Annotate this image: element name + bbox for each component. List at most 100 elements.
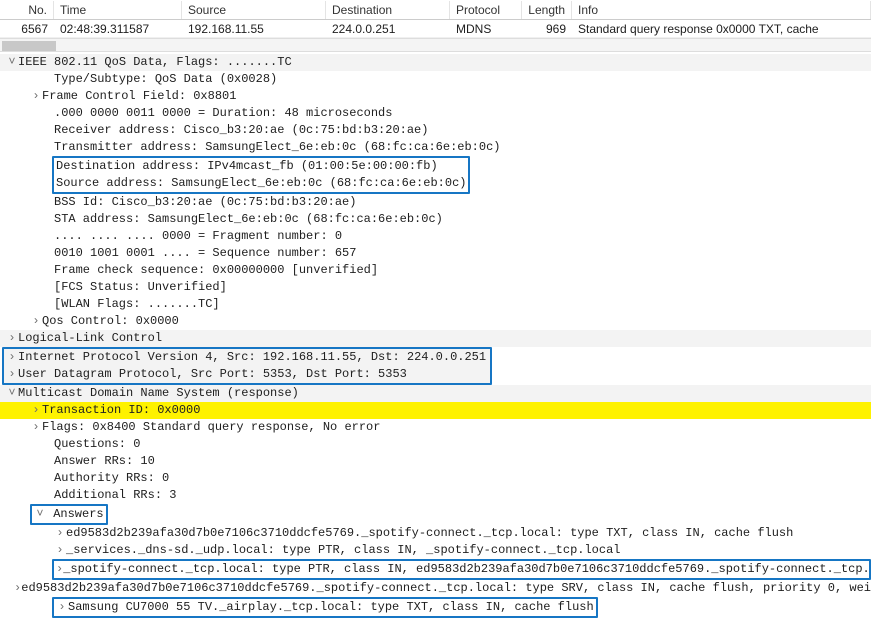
mdns-answers-row[interactable]: ˅ Answers <box>0 504 871 525</box>
ieee-type-subtype[interactable]: Type/Subtype: QoS Data (0x0028) <box>0 71 871 88</box>
field-label: _spotify-connect._tcp.local: type PTR, c… <box>63 561 871 578</box>
field-label: [FCS Status: Unverified] <box>54 279 227 296</box>
packet-row[interactable]: 6567 02:48:39.311587 192.168.11.55 224.0… <box>0 20 871 38</box>
ieee-wlan-flags[interactable]: [WLAN Flags: .......TC] <box>0 296 871 313</box>
packet-details: ˅ IEEE 802.11 QoS Data, Flags: .......TC… <box>0 52 871 624</box>
ieee-fcf[interactable]: › Frame Control Field: 0x8801 <box>0 88 871 105</box>
mdns-answer-rrs[interactable]: Answer RRs: 10 <box>0 453 871 470</box>
field-label: Questions: 0 <box>54 436 140 453</box>
field-label: Transaction ID: 0x0000 <box>42 402 200 419</box>
highlight-box-answers-label: ˅ Answers <box>30 504 108 525</box>
field-label: Additional RRs: 3 <box>54 487 176 504</box>
field-label: Multicast Domain Name System (response) <box>18 385 299 402</box>
chevron-down-icon[interactable]: ˅ <box>6 385 18 402</box>
field-label: _services._dns-sd._udp.local: type PTR, … <box>66 542 621 559</box>
chevron-down-icon[interactable]: ˅ <box>6 54 18 71</box>
ieee-header: IEEE 802.11 QoS Data, Flags: .......TC <box>18 54 292 71</box>
cell-protocol: MDNS <box>450 21 522 37</box>
col-length[interactable]: Length <box>522 1 572 19</box>
packet-list-hscroll[interactable] <box>0 38 871 52</box>
field-label: Source address: SamsungElect_6e:eb:0c (6… <box>56 175 466 192</box>
field-label: .... .... .... 0000 = Fragment number: 0 <box>54 228 342 245</box>
field-label: User Datagram Protocol, Src Port: 5353, … <box>18 366 407 383</box>
field-label: Receiver address: Cisco_b3:20:ae (0c:75:… <box>54 122 428 139</box>
field-label: [WLAN Flags: .......TC] <box>54 296 220 313</box>
hscroll-thumb[interactable] <box>2 41 56 51</box>
ieee-fcs[interactable]: Frame check sequence: 0x00000000 [unveri… <box>0 262 871 279</box>
llc-header[interactable]: › Logical-Link Control <box>0 330 871 347</box>
field-label: BSS Id: Cisco_b3:20:ae (0c:75:bd:b3:20:a… <box>54 194 356 211</box>
ieee-fragment[interactable]: .... .... .... 0000 = Fragment number: 0 <box>0 228 871 245</box>
ieee-destination[interactable]: Destination address: IPv4mcast_fb (01:00… <box>54 158 468 175</box>
ieee-bssid[interactable]: BSS Id: Cisco_b3:20:ae (0c:75:bd:b3:20:a… <box>0 194 871 211</box>
packet-list-header: No. Time Source Destination Protocol Len… <box>0 0 871 20</box>
chevron-right-icon[interactable]: › <box>56 599 68 616</box>
field-label: Flags: 0x8400 Standard query response, N… <box>42 419 380 436</box>
chevron-right-icon[interactable]: › <box>6 366 18 383</box>
field-label: Frame Control Field: 0x8801 <box>42 88 236 105</box>
cell-no: 6567 <box>0 21 54 37</box>
ieee-qos[interactable]: › Qos Control: 0x0000 <box>0 313 871 330</box>
chevron-right-icon[interactable]: › <box>30 313 42 330</box>
chevron-right-icon[interactable]: › <box>30 419 42 436</box>
ieee-duration[interactable]: .000 0000 0011 0000 = Duration: 48 micro… <box>0 105 871 122</box>
field-label: Transmitter address: SamsungElect_6e:eb:… <box>54 139 500 156</box>
ieee-header-row[interactable]: ˅ IEEE 802.11 QoS Data, Flags: .......TC <box>0 54 871 71</box>
chevron-right-icon[interactable]: › <box>30 402 42 419</box>
chevron-right-icon[interactable]: › <box>6 349 18 366</box>
field-label: Destination address: IPv4mcast_fb (01:00… <box>56 158 438 175</box>
field-label: Logical-Link Control <box>18 330 162 347</box>
field-label: ed9583d2b239afa30d7b0e7106c3710ddcfe5769… <box>66 525 793 542</box>
cell-source: 192.168.11.55 <box>182 21 326 37</box>
field-label: ed9583d2b239afa30d7b0e7106c3710ddcfe5769… <box>21 580 871 597</box>
chevron-right-icon[interactable]: › <box>54 542 66 559</box>
ieee-transmitter[interactable]: Transmitter address: SamsungElect_6e:eb:… <box>0 139 871 156</box>
chevron-down-icon[interactable]: ˅ <box>34 506 46 523</box>
field-label: STA address: SamsungElect_6e:eb:0c (68:f… <box>54 211 443 228</box>
field-label: Qos Control: 0x0000 <box>42 313 179 330</box>
col-protocol[interactable]: Protocol <box>450 1 522 19</box>
field-label: Authority RRs: 0 <box>54 470 169 487</box>
ieee-receiver[interactable]: Receiver address: Cisco_b3:20:ae (0c:75:… <box>0 122 871 139</box>
mdns-header-row[interactable]: ˅ Multicast Domain Name System (response… <box>0 385 871 402</box>
mdns-answer-4[interactable]: › Samsung CU7000 55 TV._airplay._tcp.loc… <box>54 599 596 616</box>
col-source[interactable]: Source <box>182 1 326 19</box>
field-label: .000 0000 0011 0000 = Duration: 48 micro… <box>54 105 392 122</box>
col-destination[interactable]: Destination <box>326 1 450 19</box>
mdns-additional-rrs[interactable]: Additional RRs: 3 <box>0 487 871 504</box>
mdns-tid[interactable]: › Transaction ID: 0x0000 <box>0 402 871 419</box>
ieee-sta[interactable]: STA address: SamsungElect_6e:eb:0c (68:f… <box>0 211 871 228</box>
col-info[interactable]: Info <box>572 1 871 19</box>
highlight-box-answer-2: › _spotify-connect._tcp.local: type PTR,… <box>52 559 871 580</box>
ipv4-header[interactable]: › Internet Protocol Version 4, Src: 192.… <box>4 349 490 366</box>
cell-length: 969 <box>522 21 572 37</box>
field-label: Answer RRs: 10 <box>54 453 155 470</box>
ieee-source[interactable]: Source address: SamsungElect_6e:eb:0c (6… <box>54 175 468 192</box>
col-no[interactable]: No. <box>0 1 54 19</box>
col-time[interactable]: Time <box>54 1 182 19</box>
field-label: 0010 1001 0001 .... = Sequence number: 6… <box>54 245 356 262</box>
field-label: Type/Subtype: QoS Data (0x0028) <box>54 71 277 88</box>
mdns-questions[interactable]: Questions: 0 <box>0 436 871 453</box>
chevron-right-icon[interactable]: › <box>14 580 21 597</box>
udp-header[interactable]: › User Datagram Protocol, Src Port: 5353… <box>4 366 490 383</box>
mdns-answer-2[interactable]: › _spotify-connect._tcp.local: type PTR,… <box>54 561 869 578</box>
cell-info: Standard query response 0x0000 TXT, cach… <box>572 21 871 37</box>
mdns-answer-0[interactable]: › ed9583d2b239afa30d7b0e7106c3710ddcfe57… <box>0 525 871 542</box>
field-label: Samsung CU7000 55 TV._airplay._tcp.local… <box>68 599 594 616</box>
mdns-answer-3[interactable]: › ed9583d2b239afa30d7b0e7106c3710ddcfe57… <box>0 580 871 597</box>
mdns-flags[interactable]: › Flags: 0x8400 Standard query response,… <box>0 419 871 436</box>
chevron-right-icon[interactable]: › <box>6 330 18 347</box>
field-label: Answers <box>53 507 103 521</box>
highlight-box-addresses: Destination address: IPv4mcast_fb (01:00… <box>52 156 470 194</box>
chevron-right-icon[interactable]: › <box>54 525 66 542</box>
mdns-authority-rrs[interactable]: Authority RRs: 0 <box>0 470 871 487</box>
ieee-fcs-status[interactable]: [FCS Status: Unverified] <box>0 279 871 296</box>
cell-time: 02:48:39.311587 <box>54 21 182 37</box>
cell-destination: 224.0.0.251 <box>326 21 450 37</box>
chevron-right-icon[interactable]: › <box>30 88 42 105</box>
field-label: Internet Protocol Version 4, Src: 192.16… <box>18 349 486 366</box>
ieee-sequence[interactable]: 0010 1001 0001 .... = Sequence number: 6… <box>0 245 871 262</box>
highlight-box-ipudp: › Internet Protocol Version 4, Src: 192.… <box>2 347 492 385</box>
mdns-answer-1[interactable]: › _services._dns-sd._udp.local: type PTR… <box>0 542 871 559</box>
